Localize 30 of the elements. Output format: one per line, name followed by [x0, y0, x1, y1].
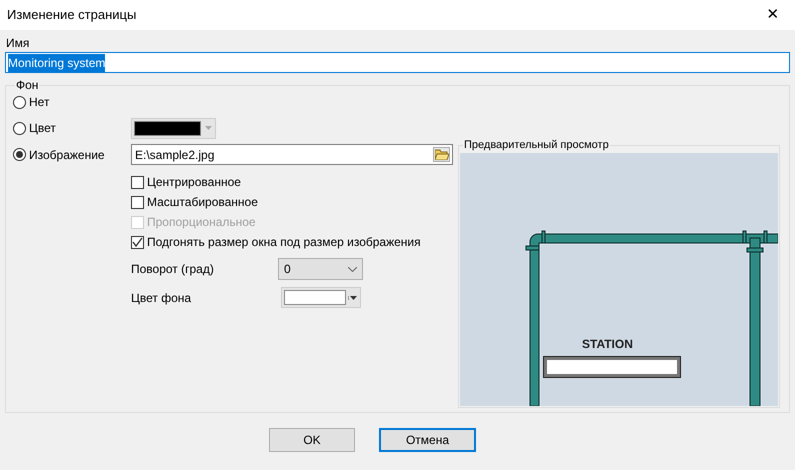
- radio-button[interactable]: [13, 122, 26, 134]
- chevron-icon: [348, 266, 357, 272]
- caret-icon: [348, 296, 358, 300]
- checkbox[interactable]: [131, 196, 144, 208]
- station-label: STATION: [582, 336, 633, 353]
- caret-icon: [203, 126, 213, 130]
- radio-button[interactable]: [13, 148, 26, 161]
- radio-button[interactable]: [13, 96, 26, 108]
- preview-title: Предварительный просмотр: [463, 138, 610, 152]
- background-color-label: Цвет фона: [131, 290, 192, 306]
- checkbox-label[interactable]: Центрированное: [147, 173, 241, 191]
- color-dropdown[interactable]: [131, 118, 216, 138]
- checkbox[interactable]: [131, 236, 144, 248]
- radio-label[interactable]: Нет: [29, 93, 50, 111]
- ok-button[interactable]: OK: [269, 428, 355, 452]
- radio-label[interactable]: Изображение: [29, 146, 105, 164]
- window-title: Изменение страницы: [7, 6, 136, 24]
- cancel-button[interactable]: Отмена: [379, 428, 476, 452]
- checkbox-label[interactable]: Масштабированное: [147, 193, 258, 211]
- name-field[interactable]: Monitoring system: [5, 52, 790, 73]
- rotation-dropdown[interactable]: 0: [278, 258, 363, 280]
- rotation-label: Поворот (град): [131, 261, 215, 278]
- folder-icon[interactable]: [433, 147, 450, 162]
- path-field[interactable]: E:\sample2.jpg: [131, 144, 453, 165]
- name-label: Имя: [5, 35, 30, 52]
- checkbox-label[interactable]: Подгонять размер окна под размер изображения: [147, 233, 421, 251]
- close-button[interactable]: ✕: [751, 0, 795, 30]
- background-color-dropdown[interactable]: [281, 287, 361, 308]
- checkbox[interactable]: [131, 176, 144, 188]
- radio-label[interactable]: Цвет: [29, 119, 56, 137]
